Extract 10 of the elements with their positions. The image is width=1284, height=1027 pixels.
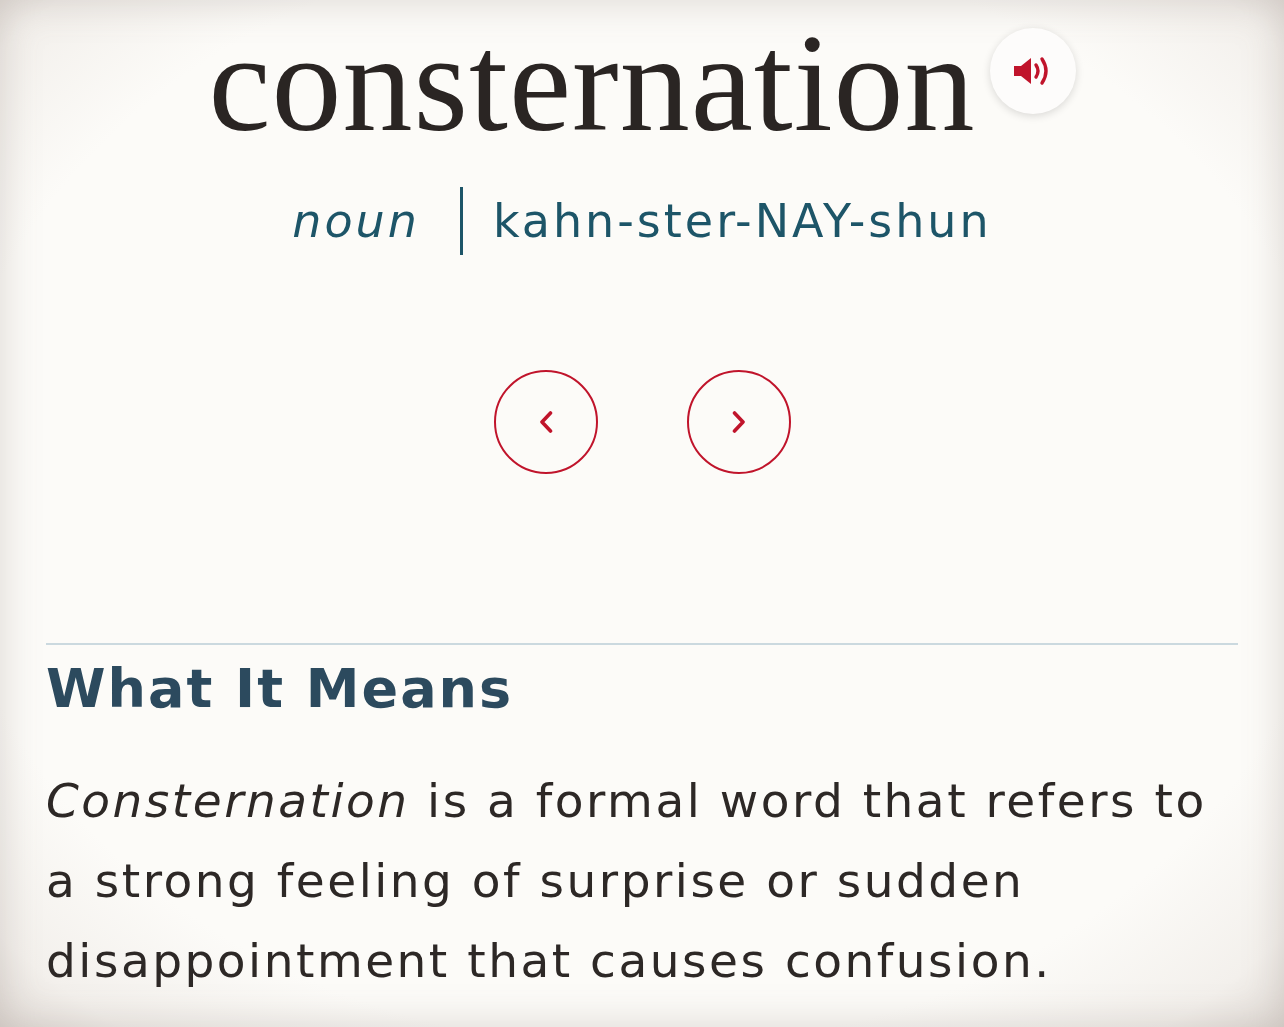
pronunciation: kahn-ster-NAY-shun [492,194,992,248]
part-of-speech: noun [292,194,420,248]
previous-button[interactable] [493,370,598,474]
chevron-left-icon [538,411,553,433]
headword: consternation [208,13,976,153]
next-button[interactable] [686,370,791,474]
definition-text: Consternation is a formal word that refers to a strong feeling of surprise or sudden disappointment that causes confusion. [46,772,1208,990]
section-heading: What It Means [46,656,515,722]
audio-button[interactable] [989,28,1076,114]
chevron-right-icon [731,411,746,433]
